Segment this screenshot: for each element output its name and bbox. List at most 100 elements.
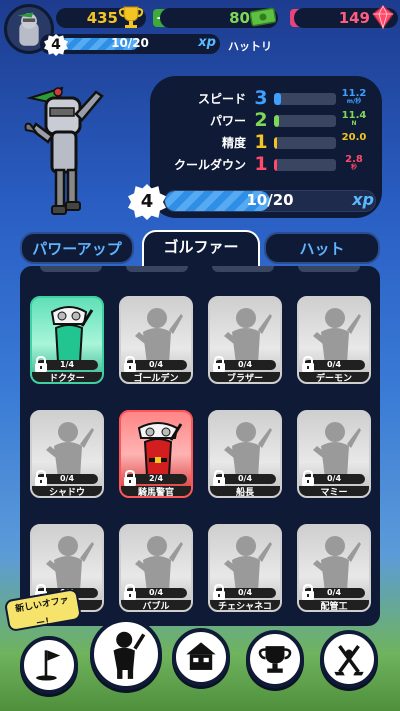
lock-icon bbox=[35, 356, 47, 372]
stat-unit: 秒 bbox=[350, 164, 357, 171]
golfer-card-name: バブル bbox=[121, 600, 191, 610]
golfer-portrait bbox=[135, 536, 183, 592]
lock-icon bbox=[124, 470, 136, 486]
gem-count: 149 bbox=[338, 9, 370, 27]
lock-icon bbox=[35, 470, 47, 486]
clubs-icon bbox=[334, 645, 364, 676]
stat-unit: N bbox=[351, 120, 357, 127]
trophy-icon bbox=[258, 646, 292, 673]
stat-bar bbox=[274, 115, 336, 127]
stat-bar bbox=[274, 159, 336, 171]
golfer-card-name: ドクター bbox=[32, 372, 102, 382]
player-xp-label: xp bbox=[198, 35, 216, 50]
golfer-card-name: 船長 bbox=[210, 486, 280, 496]
stat-max: 20.0 bbox=[341, 132, 367, 143]
golfer-card[interactable]: 0/4 配管工 bbox=[297, 524, 371, 612]
golfer-card[interactable]: 0/4 シャドウ bbox=[30, 410, 104, 498]
golfer-xp-bar: 10/20 xp bbox=[160, 186, 376, 216]
lock-icon bbox=[213, 356, 225, 372]
golfer-card[interactable]: 1/4 ドクター bbox=[30, 296, 104, 384]
golfer-portrait bbox=[137, 422, 183, 477]
stat-max: 11.2 m/秒 bbox=[341, 88, 367, 105]
golfer-portrait bbox=[224, 308, 272, 364]
stat-unit: m/秒 bbox=[346, 98, 362, 105]
stat-value: 1 bbox=[254, 131, 268, 153]
flag-icon bbox=[36, 650, 61, 681]
lock-icon bbox=[302, 356, 314, 372]
golfer-character-art bbox=[24, 86, 104, 215]
golfer-card[interactable]: 2/4 騎馬警官 bbox=[119, 410, 193, 498]
hat-name: ハットリ bbox=[228, 40, 272, 53]
lock-icon bbox=[213, 470, 225, 486]
nav-clubs-button[interactable] bbox=[320, 630, 378, 688]
stat-bar-fill bbox=[274, 115, 279, 127]
stat-value: 1 bbox=[254, 153, 268, 175]
stat-bar-fill bbox=[274, 159, 278, 171]
shop-icon bbox=[186, 642, 216, 670]
stat-row-accuracy: 精度 1 20.0 bbox=[150, 131, 382, 153]
golfer-card[interactable]: 0/4 チェシャネコ bbox=[208, 524, 282, 612]
cash-count: 80 bbox=[229, 9, 250, 27]
player-xp-bar: 10/20 xp bbox=[40, 34, 220, 54]
nav-courses-button[interactable] bbox=[20, 636, 78, 694]
golfer-card[interactable]: 0/4 デーモン bbox=[297, 296, 371, 384]
top-bar: 435 + 80 + 149 10/20 xp 4 ハットリ bbox=[0, 0, 400, 58]
golfer-card[interactable]: 0/4 バブル bbox=[119, 524, 193, 612]
golfer-portrait bbox=[224, 422, 272, 478]
golfer-portrait bbox=[46, 536, 94, 592]
lock-icon bbox=[213, 584, 225, 600]
stat-label: スピード bbox=[197, 92, 246, 106]
cash-counter: 80 bbox=[160, 7, 278, 28]
stat-max: 11.4 N bbox=[341, 110, 367, 127]
golfer-xp-label: xp bbox=[352, 190, 374, 209]
stat-row-cooldown: クールダウン 1 2.8 秒 bbox=[150, 153, 382, 175]
nav-golfers-button[interactable] bbox=[90, 618, 162, 690]
golfer-portrait bbox=[224, 536, 272, 592]
golfer-card[interactable]: 0/4 ブラザー bbox=[208, 296, 282, 384]
lock-icon bbox=[302, 470, 314, 486]
golfer-xp-text: 10/20 bbox=[246, 191, 294, 209]
stat-bar-fill bbox=[274, 93, 282, 105]
golfer-portrait bbox=[135, 308, 183, 364]
stat-row-speed: スピード 3 11.2 m/秒 bbox=[150, 87, 382, 109]
tab-golfer[interactable]: ゴルファー bbox=[142, 230, 260, 266]
coin-count: 435 bbox=[86, 9, 118, 27]
stat-label: 精度 bbox=[221, 136, 246, 150]
golfer-portrait bbox=[46, 422, 94, 478]
trophy-coin-icon bbox=[118, 6, 144, 28]
stat-bar bbox=[274, 137, 336, 149]
golfer-card-name: マミー bbox=[299, 486, 369, 496]
cash-icon bbox=[250, 7, 276, 27]
grid-top-ridge bbox=[20, 266, 380, 278]
stat-value: 3 bbox=[254, 87, 268, 109]
nav-shop-button[interactable] bbox=[172, 628, 230, 686]
stat-label: パワー bbox=[209, 114, 246, 128]
tab-hat[interactable]: ハット bbox=[264, 232, 380, 264]
nav-trophy-button[interactable] bbox=[246, 630, 304, 688]
coin-counter: 435 bbox=[56, 6, 146, 28]
golfer-portrait bbox=[313, 308, 361, 364]
golfer-card-name: ブラザー bbox=[210, 372, 280, 382]
golfer-card[interactable]: 0/4 ゴールデン bbox=[119, 296, 193, 384]
stat-bar-fill bbox=[274, 137, 278, 149]
golfer-card-name: シャドウ bbox=[32, 486, 102, 496]
stat-row-power: パワー 2 11.4 N bbox=[150, 109, 382, 131]
gem-icon bbox=[372, 5, 394, 30]
golfer-card[interactable]: 0/4 船長 bbox=[208, 410, 282, 498]
golfer-card[interactable]: 0/4 マミー bbox=[297, 410, 371, 498]
lock-icon bbox=[124, 356, 136, 372]
lock-icon bbox=[124, 584, 136, 600]
gem-counter: 149 bbox=[294, 5, 398, 30]
golfer-card-name: チェシャネコ bbox=[210, 600, 280, 610]
stat-max-value: 20.0 bbox=[341, 132, 367, 143]
golfer-card-name: ゴールデン bbox=[121, 372, 191, 382]
stat-value: 2 bbox=[254, 109, 268, 131]
golfer-portrait bbox=[313, 422, 361, 478]
stat-bar bbox=[274, 93, 336, 105]
golfer-card-name: デーモン bbox=[299, 372, 369, 382]
tab-power-up[interactable]: パワーアップ bbox=[20, 232, 134, 264]
golfer-card-name: 配管工 bbox=[299, 600, 369, 610]
golfer-card-name: 騎馬警官 bbox=[121, 486, 191, 496]
golfer-portrait bbox=[50, 306, 94, 363]
golfer-grid: 1/4 ドクター 0/4 ゴールデン 0/4 ブラザー 0/4 デーモン 0/4 シャドウ 2/4 騎… bbox=[20, 266, 380, 626]
